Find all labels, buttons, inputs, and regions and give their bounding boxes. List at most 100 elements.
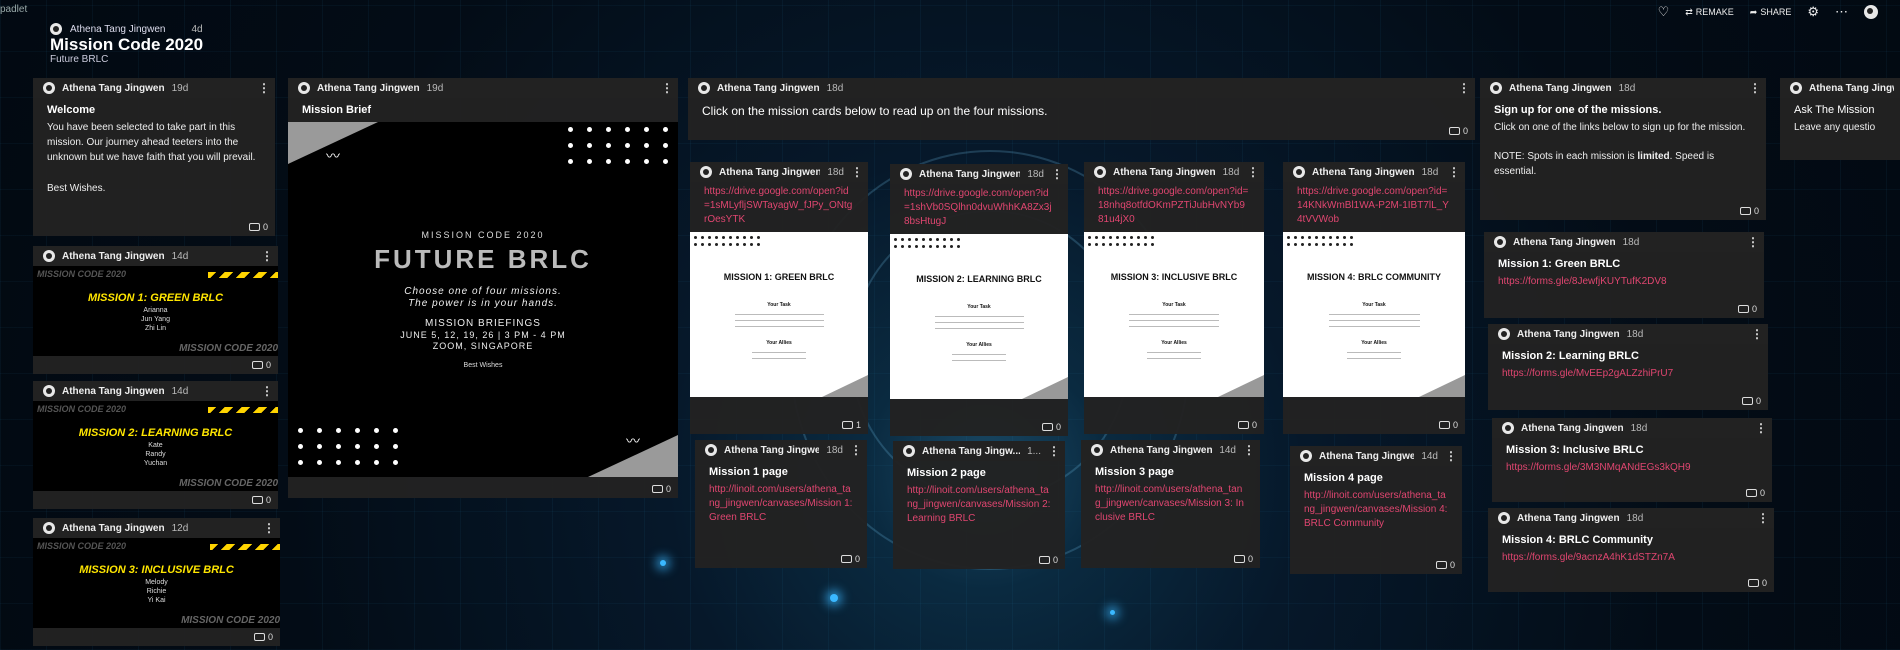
mission-4-page-card[interactable]: Athena Tang Jingwen 14d ⋮ Mission 4 page h… <box>1290 446 1462 574</box>
comment-icon <box>1438 421 1450 429</box>
post-menu-icon[interactable]: ⋮ <box>850 444 862 456</box>
avatar <box>1091 444 1103 456</box>
mission-3-page-link[interactable]: http://linoit.com/users/athena_tang_jing… <box>1081 480 1260 528</box>
mission-3-page-card[interactable]: Athena Tang Jingwen 14d ⋮ Mission 3 page h… <box>1081 440 1260 568</box>
post-menu-icon[interactable]: ⋮ <box>1458 82 1470 94</box>
post-menu-icon[interactable]: ⋮ <box>1051 168 1063 180</box>
mission-1-banner-card[interactable]: Athena Tang Jingwen 14d ⋮ MISSION CODE 202… <box>33 246 278 374</box>
mission-2-banner-card[interactable]: Athena Tang Jingwen 14d ⋮ MISSION CODE 202… <box>33 381 278 509</box>
comment-count[interactable]: 0 <box>253 632 273 642</box>
mission-1-doc-link[interactable]: https://drive.google.com/open?id=1sMLyfl… <box>690 182 868 232</box>
welcome-card[interactable]: Athena Tang Jingwen 19d ⋮ Welcome You have… <box>33 78 275 236</box>
comment-count[interactable]: 0 <box>1438 420 1458 430</box>
mission-2-banner-image: MISSION CODE 2020 MISSION 2: LEARNING BR… <box>33 401 278 491</box>
post-menu-icon[interactable]: ⋮ <box>1243 444 1255 456</box>
post-menu-icon[interactable]: ⋮ <box>1749 82 1761 94</box>
card-body: Click on one of the links below to sign … <box>1494 122 1746 133</box>
signup-form-3-card[interactable]: Athena Tang Jingwen 18d ⋮ Mission 3: Inclu… <box>1492 418 1772 502</box>
comment-count[interactable]: 0 <box>1448 126 1468 136</box>
comment-count[interactable]: 0 <box>1041 422 1061 432</box>
remake-button[interactable]: ⇄ REMAKE <box>1685 7 1734 18</box>
post-menu-icon[interactable]: ⋮ <box>1757 512 1769 524</box>
signup-card[interactable]: Athena Tang Jingwen 18d ⋮ Sign up for one … <box>1480 78 1766 220</box>
avatar <box>1494 236 1506 248</box>
hazard-stripe <box>208 272 278 278</box>
hud-glow-2 <box>660 560 666 566</box>
avatar[interactable] <box>1864 5 1878 19</box>
more-icon[interactable]: ⋯ <box>1835 4 1848 20</box>
mission-1-doc-card[interactable]: Athena Tang Jingwen 18d ⋮ https://drive.go… <box>690 162 868 434</box>
post-menu-icon[interactable]: ⋮ <box>1247 166 1259 178</box>
avatar <box>903 445 915 457</box>
comment-icon <box>1741 397 1753 405</box>
card-title: Mission 1: Green BRLC <box>1498 258 1621 270</box>
comment-count[interactable]: 0 <box>1435 560 1455 570</box>
post-menu-icon[interactable]: ⋮ <box>258 82 270 94</box>
post-menu-icon[interactable]: ⋮ <box>1048 445 1060 457</box>
post-menu-icon[interactable]: ⋮ <box>851 166 863 178</box>
card-title: Mission 3 page <box>1095 466 1174 478</box>
signup-form-3-link[interactable]: https://forms.gle/3M3NMqANdEGs3kQH9 <box>1492 458 1772 478</box>
signup-form-1-link[interactable]: https://forms.gle/8JewfjKUYTufK2DV8 <box>1484 272 1764 292</box>
comment-count[interactable]: 0 <box>1741 396 1761 406</box>
avatar <box>1790 82 1802 94</box>
signup-form-1-card[interactable]: Athena Tang Jingwen 18d ⋮ Mission 1: Green… <box>1484 232 1764 318</box>
post-menu-icon[interactable]: ⋮ <box>1755 422 1767 434</box>
signup-form-2-link[interactable]: https://forms.gle/MvEEp2gALZzhiPrU7 <box>1488 364 1768 384</box>
mission-2-doc-card[interactable]: Athena Tang Jingwen 18d ⋮ https://drive.go… <box>890 164 1068 436</box>
post-menu-icon[interactable]: ⋮ <box>1751 328 1763 340</box>
mission-2-page-link[interactable]: http://linoit.com/users/athena_tang_jing… <box>893 481 1065 529</box>
mission-4-doc-link[interactable]: https://drive.google.com/open?id=14KNkWm… <box>1283 182 1465 232</box>
mission-3-doc-link[interactable]: https://drive.google.com/open?id=18nhq8o… <box>1084 182 1264 232</box>
comment-count[interactable]: 0 <box>1747 578 1767 588</box>
post-menu-icon[interactable]: ⋮ <box>1448 166 1460 178</box>
comment-count[interactable]: 0 <box>840 554 860 564</box>
avatar <box>1502 422 1514 434</box>
author-name: Athena Tang Jingwen <box>70 23 166 35</box>
mission-4-doc-preview: MISSION 4: BRLC COMMUNITY Your Task Your… <box>1283 232 1465 397</box>
avatar <box>1300 450 1312 462</box>
post-menu-icon[interactable]: ⋮ <box>263 522 275 534</box>
comment-icon <box>1038 556 1050 564</box>
mission-2-doc-link[interactable]: https://drive.google.com/open?id=1shVb0S… <box>890 184 1068 234</box>
signup-form-2-card[interactable]: Athena Tang Jingwen 18d ⋮ Mission 2: Learn… <box>1488 324 1768 410</box>
mission-4-doc-card[interactable]: Athena Tang Jingwen 18d ⋮ https://drive.go… <box>1283 162 1465 434</box>
signup-note: NOTE: Spots in each mission is limited. … <box>1494 151 1715 177</box>
avatar <box>1490 82 1502 94</box>
comment-count[interactable]: 0 <box>1739 206 1759 216</box>
mission-brief-card[interactable]: Athena Tang Jingwen 19d ⋮ Mission Brief 〰 … <box>288 78 678 498</box>
comment-count[interactable]: 0 <box>651 484 671 494</box>
heart-icon[interactable]: ♡ <box>1658 4 1670 20</box>
missions-intro-card[interactable]: Athena Tang Jingwen 18d ⋮ Click on the mis… <box>688 78 1475 140</box>
signup-form-4-card[interactable]: Athena Tang Jingwen 18d ⋮ Mission 4: BRLC … <box>1488 508 1774 592</box>
mission-2-page-card[interactable]: Athena Tang Jingw... 1... ⋮ Mission 2 page… <box>893 441 1065 569</box>
gear-icon[interactable]: ⚙ <box>1807 4 1819 20</box>
comment-count[interactable]: 0 <box>1745 488 1765 498</box>
comment-count[interactable]: 0 <box>251 360 271 370</box>
post-menu-icon[interactable]: ⋮ <box>1445 450 1457 462</box>
comment-count[interactable]: 0 <box>1038 555 1058 565</box>
comment-count[interactable]: 0 <box>1237 420 1257 430</box>
comment-icon <box>1041 423 1053 431</box>
mission-4-page-link[interactable]: http://linoit.com/users/athena_tang_jing… <box>1290 486 1462 534</box>
ask-mission-card[interactable]: Athena Tang Jingwen Ask The Mission Leav… <box>1780 78 1900 160</box>
mission-1-page-card[interactable]: Athena Tang Jingwen 18d ⋮ Mission 1 page h… <box>695 440 867 568</box>
comment-count[interactable]: 0 <box>1737 304 1757 314</box>
mission-1-page-link[interactable]: http://linoit.com/users/athena_tang_jing… <box>695 480 867 528</box>
comment-count[interactable]: 0 <box>1233 554 1253 564</box>
avatar <box>700 166 712 178</box>
comment-count[interactable]: 0 <box>251 495 271 505</box>
comment-count[interactable]: 1 <box>841 420 861 430</box>
mission-3-doc-card[interactable]: Athena Tang Jingwen 18d ⋮ https://drive.go… <box>1084 162 1264 434</box>
mission-3-banner-card[interactable]: Athena Tang Jingwen 12d ⋮ MISSION CODE 202… <box>33 518 280 646</box>
comment-count[interactable]: 0 <box>248 222 268 232</box>
post-menu-icon[interactable]: ⋮ <box>261 385 273 397</box>
share-button[interactable]: ➦ SHARE <box>1750 7 1792 18</box>
post-menu-icon[interactable]: ⋮ <box>661 82 673 94</box>
card-title: Mission 2: Learning BRLC <box>1502 350 1639 362</box>
header-actions: ♡ ⇄ REMAKE ➦ SHARE ⚙ ⋯ <box>1658 4 1878 20</box>
post-menu-icon[interactable]: ⋮ <box>1747 236 1759 248</box>
signup-form-4-link[interactable]: https://forms.gle/9acnzA4hK1dSTZn7A <box>1488 548 1774 568</box>
avatar <box>1094 166 1106 178</box>
post-menu-icon[interactable]: ⋮ <box>261 250 273 262</box>
